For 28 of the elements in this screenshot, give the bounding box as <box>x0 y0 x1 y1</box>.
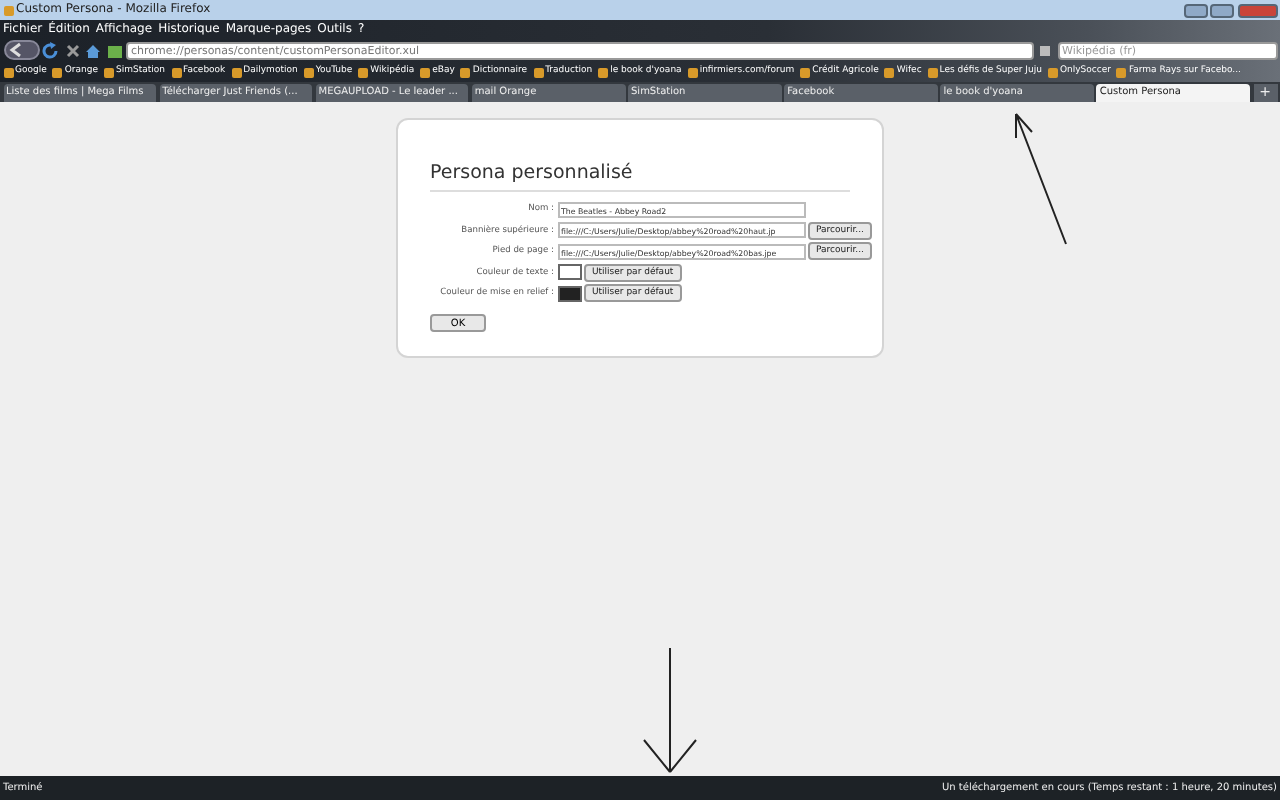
favicon-icon <box>303 67 314 77</box>
favicon-icon <box>358 67 369 77</box>
favicon-icon <box>884 67 895 77</box>
color-swatch[interactable] <box>557 285 581 302</box>
color-swatch[interactable] <box>557 264 581 281</box>
close-button[interactable] <box>1237 3 1277 17</box>
home-icon[interactable] <box>84 41 102 59</box>
favicon-icon <box>460 67 471 77</box>
favicon-icon <box>420 67 431 77</box>
dialog-title: Persona personnalisé <box>430 160 850 193</box>
favicon-icon <box>598 67 609 77</box>
favicon-icon <box>231 67 242 77</box>
favicon-icon <box>52 67 63 77</box>
stop-icon[interactable] <box>63 41 81 59</box>
favicon-icon <box>800 67 811 77</box>
favicon-icon <box>1047 67 1058 77</box>
back-button[interactable] <box>3 40 39 60</box>
favicon-icon <box>533 67 544 77</box>
favicon-icon <box>3 67 13 77</box>
minimize-button[interactable] <box>1183 3 1207 17</box>
favicon-icon <box>104 67 115 77</box>
favicon-icon <box>1116 67 1127 77</box>
maximize-button[interactable] <box>1210 3 1234 17</box>
annotation-arrow <box>1010 110 1070 246</box>
favicon-icon <box>687 67 698 77</box>
reload-icon[interactable] <box>42 41 60 59</box>
favicon-icon <box>171 67 182 77</box>
favicon-icon <box>927 67 938 77</box>
